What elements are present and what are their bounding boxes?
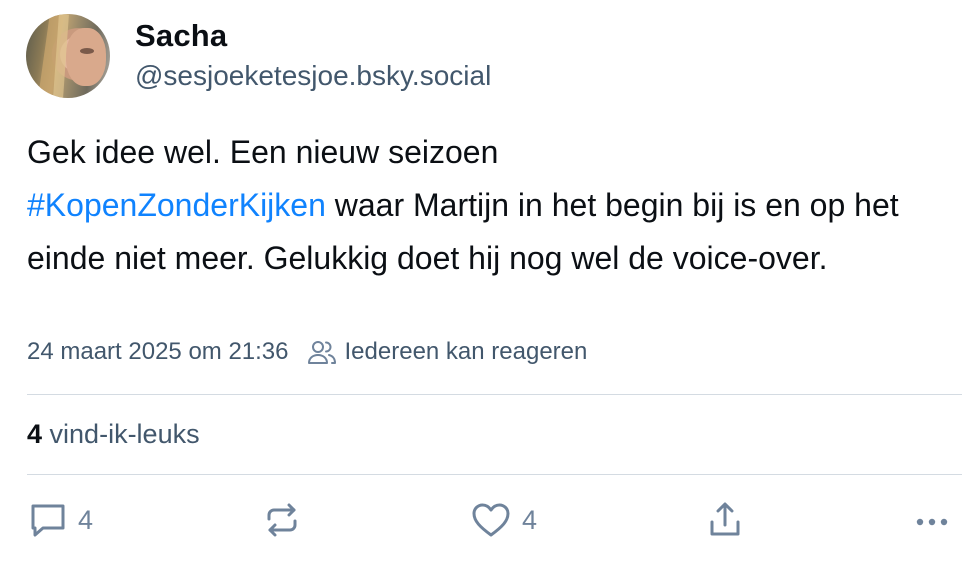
avatar-face <box>66 28 106 86</box>
reply-icon <box>28 500 68 540</box>
post-text: Gek idee wel. Een nieuw seizoen #KopenZon… <box>27 126 957 285</box>
divider <box>27 474 962 475</box>
author-handle[interactable]: @sesjoeketesjoe.bsky.social <box>135 60 491 92</box>
heart-icon <box>470 500 512 540</box>
hashtag-link[interactable]: #KopenZonderKijken <box>27 187 326 223</box>
share-button[interactable] <box>705 500 745 540</box>
reply-setting[interactable]: Iedereen kan reageren <box>345 338 588 366</box>
avatar-eye <box>80 48 94 54</box>
share-icon <box>705 500 745 540</box>
people-icon <box>307 339 337 365</box>
repost-icon <box>262 500 302 540</box>
likes-count[interactable]: 4 vind-ik-leuks <box>27 419 200 450</box>
author-display-name[interactable]: Sacha <box>135 18 227 54</box>
reply-count: 4 <box>78 504 94 535</box>
more-options-button[interactable] <box>912 500 952 540</box>
post-text-before: Gek idee wel. Een nieuw seizoen <box>27 134 499 170</box>
like-count: 4 <box>522 504 538 535</box>
reply-button[interactable]: 4 <box>28 500 93 540</box>
action-bar: 4 4 <box>0 500 976 550</box>
timestamp[interactable]: 24 maart 2025 om 21:36 <box>27 338 289 366</box>
like-button[interactable]: 4 <box>470 500 537 540</box>
likes-number: 4 <box>27 419 43 449</box>
avatar[interactable] <box>26 14 110 98</box>
post-meta: 24 maart 2025 om 21:36 Iedereen kan reag… <box>27 338 587 366</box>
more-icon <box>912 500 952 540</box>
likes-label: vind-ik-leuks <box>49 419 200 449</box>
divider <box>27 394 962 395</box>
repost-button[interactable] <box>262 500 312 540</box>
